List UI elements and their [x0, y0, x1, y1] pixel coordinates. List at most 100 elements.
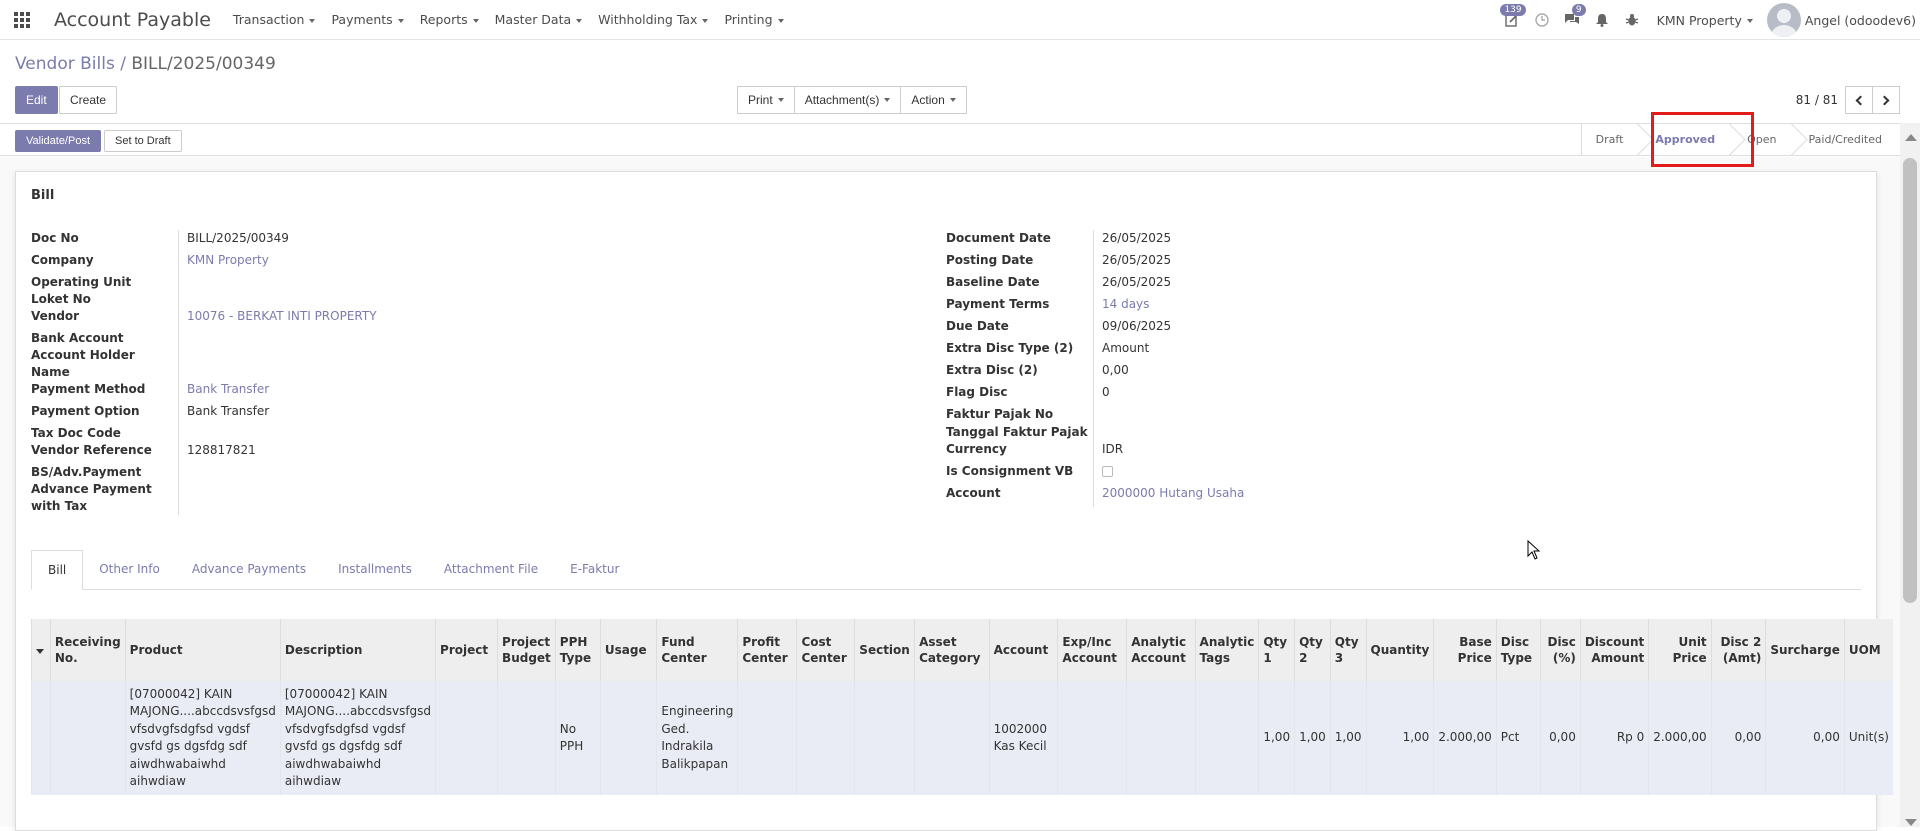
field-extra-disc-type: Extra Disc Type (2) Amount: [946, 340, 1244, 362]
bill-lines-table: Receiving No. Product Description Projec…: [31, 619, 1893, 795]
set-to-draft-button[interactable]: Set to Draft: [104, 130, 182, 152]
tab-other-info[interactable]: Other Info: [83, 550, 176, 589]
col-analytic-account[interactable]: Analytic Account: [1126, 619, 1196, 681]
annotation-highlight-box: [1651, 112, 1754, 167]
chat-badge: 9: [1571, 4, 1586, 16]
pager-value[interactable]: 81 / 81: [1796, 93, 1838, 107]
sidebar-actions: Print Attachment(s) Action: [737, 86, 967, 114]
col-base-price[interactable]: Base Price: [1433, 619, 1497, 681]
col-surcharge[interactable]: Surcharge: [1765, 619, 1845, 681]
field-payment-terms: Payment Terms 14 days: [946, 296, 1244, 318]
field-loket-no: Loket No: [31, 291, 377, 308]
col-disc-2-amt[interactable]: Disc 2 (Amt): [1710, 619, 1766, 681]
menu-transaction[interactable]: Transaction: [225, 12, 324, 27]
col-qty-1[interactable]: Qty 1: [1258, 619, 1295, 681]
col-asset-category[interactable]: Asset Category: [914, 619, 990, 681]
col-receiving-no[interactable]: Receiving No.: [49, 619, 126, 681]
tab-e-faktur[interactable]: E-Faktur: [554, 550, 635, 589]
col-section[interactable]: Section: [854, 619, 915, 681]
col-product[interactable]: Product: [124, 619, 281, 681]
col-fund-center[interactable]: Fund Center: [656, 619, 738, 681]
tab-installments[interactable]: Installments: [322, 550, 428, 589]
clock-icon[interactable]: [1527, 0, 1557, 40]
consignment-checkbox[interactable]: [1102, 466, 1113, 477]
tab-bill[interactable]: Bill: [31, 550, 84, 590]
company-switcher[interactable]: KMN Property: [1657, 13, 1753, 28]
field-bank-account: Bank Account: [31, 330, 377, 347]
pager-previous-button[interactable]: [1845, 86, 1873, 114]
scrollbar-thumb[interactable]: [1903, 158, 1917, 603]
col-analytic-tags[interactable]: Analytic Tags: [1194, 619, 1259, 681]
menu-withholding-tax[interactable]: Withholding Tax: [590, 12, 716, 27]
field-company: Company KMN Property: [31, 252, 377, 274]
col-unit-price[interactable]: Unit Price: [1648, 619, 1712, 681]
col-disc-type[interactable]: Disc Type: [1495, 619, 1541, 681]
create-button[interactable]: Create: [59, 86, 118, 114]
field-advance-payment-with-tax: Advance Payment with Tax: [31, 481, 377, 515]
action-dropdown[interactable]: Action: [900, 86, 967, 114]
col-pph-type[interactable]: PPH Type: [554, 619, 601, 681]
col-disc-pct[interactable]: Disc (%): [1539, 619, 1581, 681]
field-posting-date: Posting Date 26/05/2025: [946, 252, 1244, 274]
field-account-holder-name: Account Holder Name: [31, 347, 377, 381]
table-row[interactable]: [07000042] KAIN MAJONG....abccdsvsfgsd v…: [31, 681, 1893, 795]
breadcrumb-parent[interactable]: Vendor Bills: [15, 54, 115, 74]
col-profit-center[interactable]: Profit Center: [737, 619, 797, 681]
stage-draft[interactable]: Draft: [1582, 124, 1642, 155]
field-tanggal-faktur-pajak: Tanggal Faktur Pajak: [946, 424, 1244, 441]
col-usage[interactable]: Usage: [599, 619, 657, 681]
chat-icon[interactable]: 9: [1557, 0, 1587, 40]
column-toggle[interactable]: [31, 619, 51, 681]
debug-bug-icon[interactable]: [1617, 0, 1647, 40]
scroll-up-arrow-icon[interactable]: [1905, 134, 1917, 141]
col-project[interactable]: Project: [435, 619, 498, 681]
breadcrumb: Vendor Bills / BILL/2025/00349: [15, 54, 276, 74]
col-cost-center[interactable]: Cost Center: [796, 619, 855, 681]
attachments-dropdown[interactable]: Attachment(s): [793, 86, 902, 114]
chevron-left-icon: [1855, 95, 1866, 105]
bell-icon[interactable]: [1587, 0, 1617, 40]
col-qty-3[interactable]: Qty 3: [1329, 619, 1367, 681]
tab-attachment-file[interactable]: Attachment File: [428, 550, 554, 589]
scroll-down-arrow-icon[interactable]: [1905, 819, 1917, 826]
field-vendor: Vendor 10076 - BERKAT INTI PROPERTY: [31, 308, 377, 330]
top-navbar: Account Payable Transaction Payments Rep…: [0, 0, 1920, 40]
user-menu[interactable]: Angel (odoodev6): [1805, 13, 1916, 28]
stage-paid-credited[interactable]: Paid/Credited: [1795, 124, 1900, 155]
table-header-row: Receiving No. Product Description Projec…: [31, 619, 1893, 681]
row-handle: [31, 681, 51, 795]
field-faktur-pajak-no: Faktur Pajak No: [946, 406, 1244, 424]
validate-post-button[interactable]: Validate/Post: [15, 130, 102, 152]
notebook-tabs: Bill Other Info Advance Payments Install…: [31, 550, 1861, 590]
col-exp-inc-account[interactable]: Exp/Inc Account: [1057, 619, 1127, 681]
field-document-date: Document Date 26/05/2025: [946, 230, 1244, 252]
col-account[interactable]: Account: [988, 619, 1058, 681]
main-menu: Transaction Payments Reports Master Data…: [225, 12, 792, 27]
pager-next-button[interactable]: [1872, 86, 1900, 114]
caret-down-icon: [36, 649, 44, 654]
field-tax-doc-code: Tax Doc Code: [31, 425, 377, 442]
col-uom[interactable]: UOM: [1843, 619, 1893, 681]
col-discount-amount[interactable]: Discount Amount: [1579, 619, 1649, 681]
left-field-group: Doc No BILL/2025/00349 Company KMN Prope…: [31, 230, 377, 515]
field-extra-disc: Extra Disc (2) 0,00: [946, 362, 1244, 384]
col-quantity[interactable]: Quantity: [1365, 619, 1434, 681]
menu-payments[interactable]: Payments: [323, 12, 411, 27]
field-account: Account 2000000 Hutang Usaha: [946, 485, 1244, 507]
field-flag-disc: Flag Disc 0: [946, 384, 1244, 406]
breadcrumb-current: BILL/2025/00349: [131, 54, 276, 74]
apps-menu-icon[interactable]: [0, 0, 44, 40]
col-project-budget[interactable]: Project Budget: [497, 619, 556, 681]
col-description[interactable]: Description: [279, 619, 436, 681]
field-payment-method: Payment Method Bank Transfer: [31, 381, 377, 403]
activity-icon[interactable]: 139: [1497, 0, 1527, 40]
menu-reports[interactable]: Reports: [412, 12, 487, 27]
col-qty-2[interactable]: Qty 2: [1294, 619, 1331, 681]
edit-button[interactable]: Edit: [15, 86, 58, 114]
user-avatar[interactable]: [1766, 3, 1801, 37]
menu-master-data[interactable]: Master Data: [487, 12, 591, 27]
tab-advance-payments[interactable]: Advance Payments: [176, 550, 322, 589]
menu-printing[interactable]: Printing: [716, 12, 791, 27]
print-dropdown[interactable]: Print: [737, 86, 795, 114]
page-scrollbar[interactable]: [1900, 123, 1920, 827]
